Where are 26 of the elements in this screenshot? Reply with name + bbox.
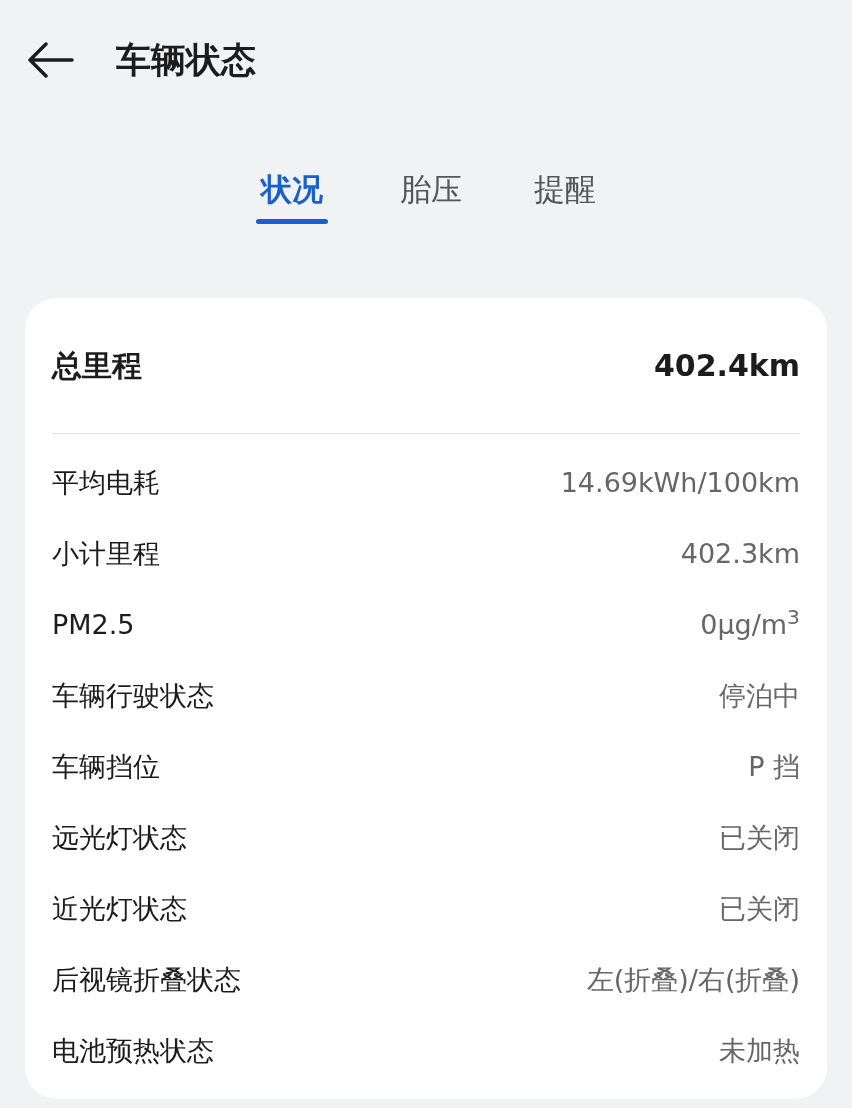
- row-label: 平均电耗: [52, 466, 160, 501]
- row-value: 已关闭: [719, 821, 800, 856]
- row-value: 14.69kWh/100km: [560, 466, 800, 501]
- row-value: 未加热: [719, 1034, 800, 1069]
- row-value: P 挡: [748, 750, 800, 785]
- row-label: 车辆挡位: [52, 750, 160, 785]
- page-title: 车辆状态: [116, 38, 256, 82]
- tab[interactable]: 状况: [256, 166, 328, 246]
- tab-indicator: [256, 218, 328, 224]
- total-mileage-label: 总里程: [52, 347, 142, 385]
- row-label: 远光灯状态: [52, 821, 187, 856]
- row-label: 小计里程: [52, 537, 160, 572]
- row-value: 已关闭: [719, 892, 800, 927]
- tab[interactable]: 胎压: [400, 166, 462, 246]
- tab[interactable]: 提醒: [534, 166, 596, 246]
- row-value: 左(折叠)/右(折叠): [586, 963, 800, 998]
- row-value: 0μg/m$^{3}$: [700, 605, 800, 643]
- row-label: 后视镜折叠状态: [52, 963, 241, 998]
- row-label: 车辆行驶状态: [52, 679, 214, 714]
- back-icon[interactable]: [26, 40, 74, 80]
- row-label: 近光灯状态: [52, 892, 187, 927]
- row-value: 402.3km: [680, 537, 800, 572]
- row-value: 停泊中: [719, 679, 800, 714]
- total-mileage-value: 402.4km: [653, 347, 800, 385]
- row-label: PM2.5: [52, 608, 135, 643]
- row-label: 电池预热状态: [52, 1034, 214, 1069]
